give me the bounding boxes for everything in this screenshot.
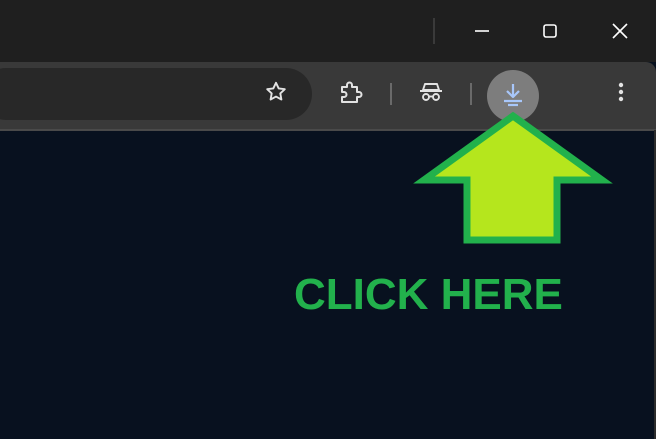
click-here-label: CLICK HERE — [294, 270, 563, 319]
up-arrow-annotation — [413, 111, 613, 244]
browser-window: CLICK HERE — [0, 0, 656, 439]
